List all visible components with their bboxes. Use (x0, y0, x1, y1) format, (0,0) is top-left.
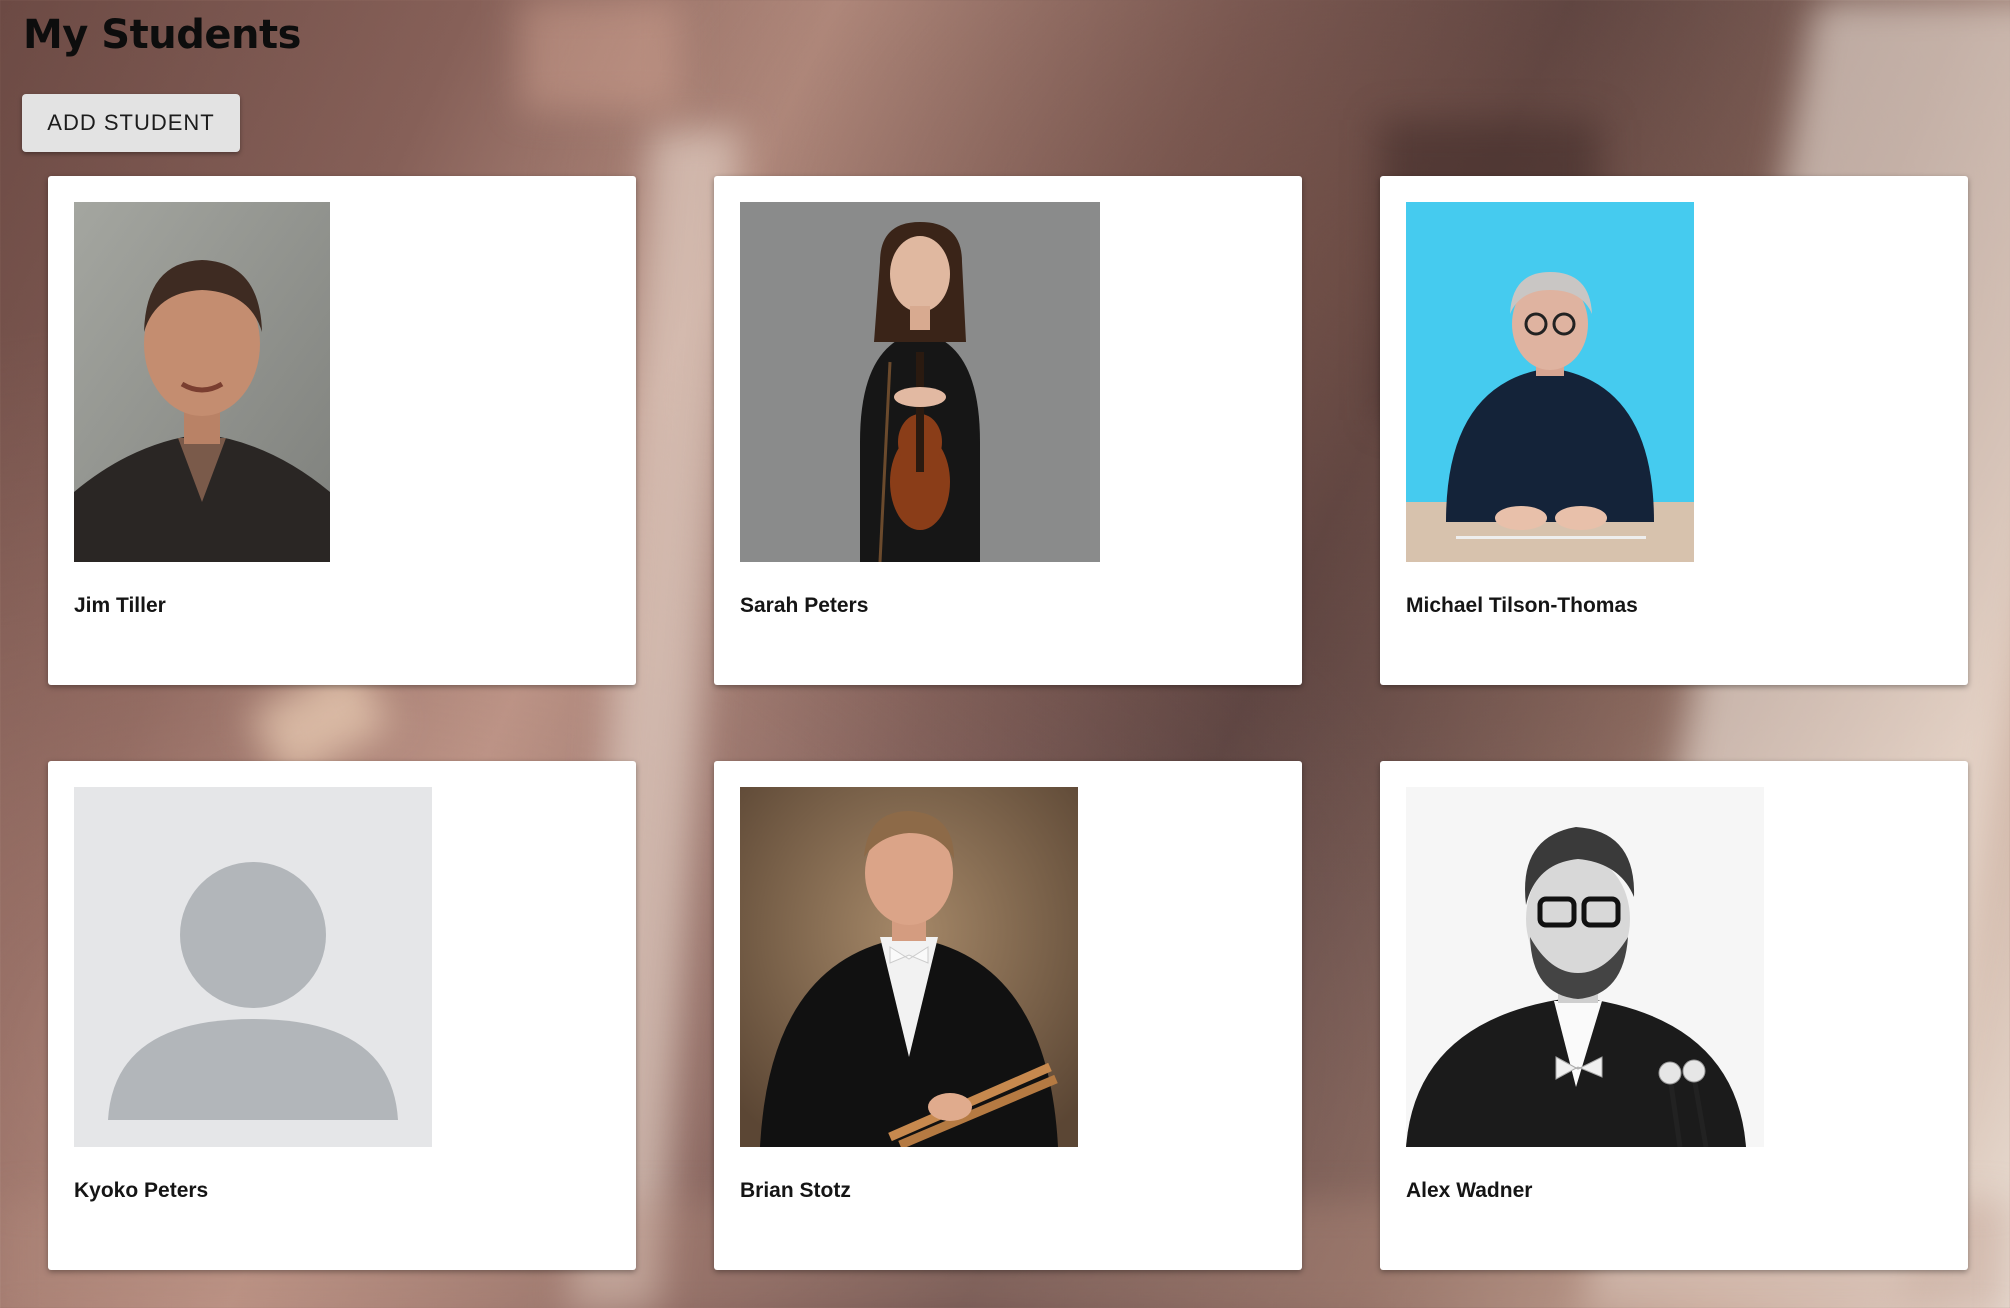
student-card[interactable]: Kyoko Peters (48, 761, 636, 1270)
student-photo (1406, 787, 1764, 1147)
student-card-grid: Jim Tiller Sarah Peters Michael Tilson-T… (48, 176, 1968, 1270)
student-photo (740, 202, 1100, 562)
student-photo (740, 787, 1078, 1147)
student-photo (1406, 202, 1694, 562)
student-name: Sarah Peters (740, 594, 869, 617)
student-name: Alex Wadner (1406, 1179, 1533, 1202)
student-card[interactable]: Brian Stotz (714, 761, 1302, 1270)
student-name: Jim Tiller (74, 594, 166, 617)
default-avatar-icon (74, 787, 432, 1147)
student-name: Michael Tilson-Thomas (1406, 594, 1638, 617)
student-photo (74, 202, 330, 562)
student-card[interactable]: Alex Wadner (1380, 761, 1968, 1270)
student-card[interactable]: Michael Tilson-Thomas (1380, 176, 1968, 685)
student-name: Brian Stotz (740, 1179, 851, 1202)
page-title: My Students (23, 12, 301, 58)
student-card[interactable]: Sarah Peters (714, 176, 1302, 685)
student-name: Kyoko Peters (74, 1179, 209, 1202)
background-decoration (520, 0, 680, 110)
student-card[interactable]: Jim Tiller (48, 176, 636, 685)
add-student-button[interactable]: ADD STUDENT (22, 94, 240, 152)
